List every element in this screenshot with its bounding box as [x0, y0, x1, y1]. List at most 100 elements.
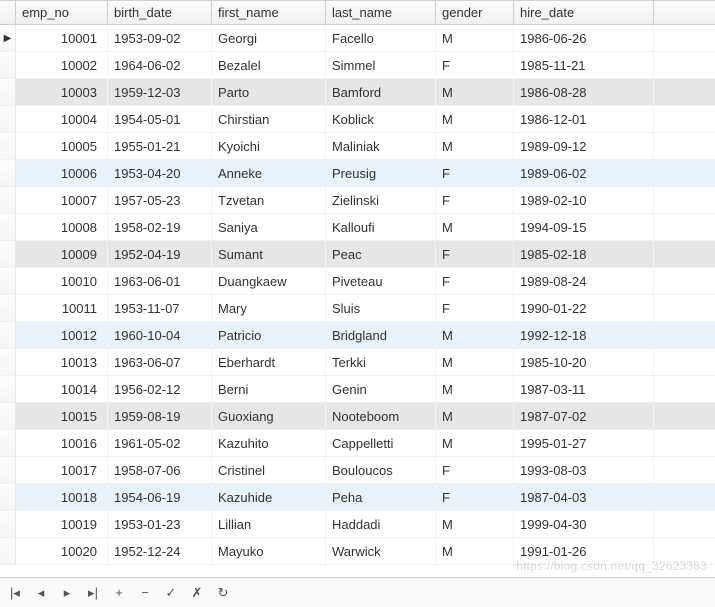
cell-emp_no[interactable]: 10010 [16, 268, 108, 294]
cell-birth_date[interactable]: 1955-01-21 [108, 133, 212, 159]
cell-hire_date[interactable]: 1991-01-26 [514, 538, 654, 564]
cell-last_name[interactable]: Haddadi [326, 511, 436, 537]
cell-hire_date[interactable]: 1994-09-15 [514, 214, 654, 240]
cell-last_name[interactable]: Cappelletti [326, 430, 436, 456]
column-header-gender[interactable]: gender [436, 1, 514, 24]
row-selector[interactable] [0, 430, 16, 456]
cell-emp_no[interactable]: 10011 [16, 295, 108, 321]
cell-emp_no[interactable]: 10004 [16, 106, 108, 132]
cell-last_name[interactable]: Piveteau [326, 268, 436, 294]
table-row[interactable]: 100171958-07-06CristinelBouloucosF1993-0… [0, 457, 715, 484]
cell-birth_date[interactable]: 1954-05-01 [108, 106, 212, 132]
cell-first_name[interactable]: Berni [212, 376, 326, 402]
add-record-button[interactable]: + [110, 584, 128, 602]
cell-emp_no[interactable]: 10003 [16, 79, 108, 105]
cell-gender[interactable]: M [436, 403, 514, 429]
table-row[interactable]: 100061953-04-20AnnekePreusigF1989-06-02 [0, 160, 715, 187]
cell-first_name[interactable]: Eberhardt [212, 349, 326, 375]
cell-first_name[interactable]: Mayuko [212, 538, 326, 564]
cell-birth_date[interactable]: 1953-11-07 [108, 295, 212, 321]
cell-hire_date[interactable]: 1985-11-21 [514, 52, 654, 78]
cell-hire_date[interactable]: 1986-08-28 [514, 79, 654, 105]
row-selector[interactable] [0, 322, 16, 348]
cell-last_name[interactable]: Bouloucos [326, 457, 436, 483]
cell-last_name[interactable]: Preusig [326, 160, 436, 186]
row-selector[interactable] [0, 511, 16, 537]
cell-gender[interactable]: F [436, 160, 514, 186]
cell-hire_date[interactable]: 1999-04-30 [514, 511, 654, 537]
cell-birth_date[interactable]: 1961-05-02 [108, 430, 212, 456]
table-row[interactable]: 100041954-05-01ChirstianKoblickM1986-12-… [0, 106, 715, 133]
cell-gender[interactable]: F [436, 295, 514, 321]
cell-gender[interactable]: M [436, 349, 514, 375]
cell-first_name[interactable]: Tzvetan [212, 187, 326, 213]
cell-last_name[interactable]: Maliniak [326, 133, 436, 159]
cell-first_name[interactable]: Kazuhide [212, 484, 326, 510]
cell-birth_date[interactable]: 1959-08-19 [108, 403, 212, 429]
cell-emp_no[interactable]: 10009 [16, 241, 108, 267]
cell-gender[interactable]: M [436, 79, 514, 105]
row-selector[interactable] [0, 484, 16, 510]
row-selector[interactable] [0, 79, 16, 105]
last-record-button[interactable]: ▸| [84, 584, 102, 602]
table-row[interactable]: 100101963-06-01DuangkaewPiveteauF1989-08… [0, 268, 715, 295]
next-record-button[interactable]: ▸ [58, 584, 76, 602]
cell-gender[interactable]: M [436, 133, 514, 159]
cell-gender[interactable]: M [436, 25, 514, 51]
cell-emp_no[interactable]: 10005 [16, 133, 108, 159]
table-row[interactable]: 100071957-05-23TzvetanZielinskiF1989-02-… [0, 187, 715, 214]
cell-birth_date[interactable]: 1953-01-23 [108, 511, 212, 537]
cell-birth_date[interactable]: 1958-07-06 [108, 457, 212, 483]
cell-hire_date[interactable]: 1989-06-02 [514, 160, 654, 186]
cell-last_name[interactable]: Nooteboom [326, 403, 436, 429]
cell-first_name[interactable]: Kazuhito [212, 430, 326, 456]
cell-last_name[interactable]: Warwick [326, 538, 436, 564]
cell-hire_date[interactable]: 1985-02-18 [514, 241, 654, 267]
cell-gender[interactable]: F [436, 457, 514, 483]
row-selector[interactable] [0, 376, 16, 402]
delete-record-button[interactable]: − [136, 584, 154, 602]
cell-last_name[interactable]: Facello [326, 25, 436, 51]
cell-last_name[interactable]: Bamford [326, 79, 436, 105]
row-selector[interactable] [0, 268, 16, 294]
cell-birth_date[interactable]: 1959-12-03 [108, 79, 212, 105]
cell-first_name[interactable]: Patricio [212, 322, 326, 348]
table-row[interactable]: 100181954-06-19KazuhidePehaF1987-04-03 [0, 484, 715, 511]
cell-last_name[interactable]: Bridgland [326, 322, 436, 348]
cell-first_name[interactable]: Lillian [212, 511, 326, 537]
cell-gender[interactable]: M [436, 322, 514, 348]
cell-birth_date[interactable]: 1963-06-07 [108, 349, 212, 375]
cancel-button[interactable]: ✗ [188, 584, 206, 602]
row-selector[interactable] [0, 160, 16, 186]
table-row[interactable]: 100191953-01-23LillianHaddadiM1999-04-30 [0, 511, 715, 538]
cell-birth_date[interactable]: 1963-06-01 [108, 268, 212, 294]
row-selector[interactable] [0, 403, 16, 429]
cell-emp_no[interactable]: 10014 [16, 376, 108, 402]
cell-hire_date[interactable]: 1990-01-22 [514, 295, 654, 321]
table-row[interactable]: 100201952-12-24MayukoWarwickM1991-01-26 [0, 538, 715, 565]
cell-hire_date[interactable]: 1993-08-03 [514, 457, 654, 483]
cell-last_name[interactable]: Genin [326, 376, 436, 402]
commit-button[interactable]: ✓ [162, 584, 180, 602]
table-row[interactable]: 100161961-05-02KazuhitoCappellettiM1995-… [0, 430, 715, 457]
cell-emp_no[interactable]: 10017 [16, 457, 108, 483]
cell-gender[interactable]: M [436, 106, 514, 132]
cell-birth_date[interactable]: 1952-12-24 [108, 538, 212, 564]
row-selector[interactable]: ▶ [0, 25, 16, 51]
cell-last_name[interactable]: Simmel [326, 52, 436, 78]
cell-last_name[interactable]: Terkki [326, 349, 436, 375]
column-header-first_name[interactable]: first_name [212, 1, 326, 24]
cell-gender[interactable]: M [436, 538, 514, 564]
cell-first_name[interactable]: Mary [212, 295, 326, 321]
cell-emp_no[interactable]: 10015 [16, 403, 108, 429]
cell-last_name[interactable]: Peac [326, 241, 436, 267]
row-selector[interactable] [0, 187, 16, 213]
table-row[interactable]: 100091952-04-19SumantPeacF1985-02-18 [0, 241, 715, 268]
cell-hire_date[interactable]: 1989-02-10 [514, 187, 654, 213]
cell-last_name[interactable]: Koblick [326, 106, 436, 132]
cell-first_name[interactable]: Kyoichi [212, 133, 326, 159]
cell-gender[interactable]: M [436, 214, 514, 240]
table-row[interactable]: 100121960-10-04PatricioBridglandM1992-12… [0, 322, 715, 349]
table-row[interactable]: 100021964-06-02BezalelSimmelF1985-11-21 [0, 52, 715, 79]
column-header-hire_date[interactable]: hire_date [514, 1, 654, 24]
